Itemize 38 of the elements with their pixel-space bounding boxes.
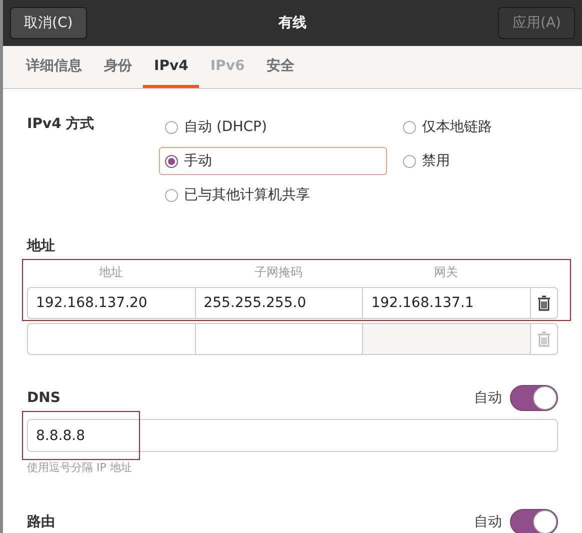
radio-option[interactable]: 手动 bbox=[159, 147, 387, 175]
tab[interactable]: IPv4 bbox=[143, 46, 200, 88]
auto-label: 自动 bbox=[474, 389, 502, 407]
input-field[interactable] bbox=[194, 323, 362, 355]
radio-button[interactable] bbox=[403, 120, 416, 134]
input-field[interactable]: 255.255.255.0 bbox=[194, 287, 362, 319]
input-field[interactable]: 192.168.137.1 bbox=[362, 287, 530, 319]
trash-icon bbox=[537, 330, 552, 348]
auto-label: 自动 bbox=[474, 513, 502, 531]
window-title: 有线 bbox=[278, 14, 307, 32]
auto-switch[interactable] bbox=[510, 385, 558, 411]
method-label: IPv4 方式 bbox=[27, 114, 96, 134]
radio-option[interactable]: 禁用 bbox=[397, 147, 557, 175]
radio-button[interactable] bbox=[165, 188, 178, 202]
input-field[interactable] bbox=[27, 323, 195, 355]
tab[interactable]: 安全 bbox=[256, 46, 306, 88]
radio-button[interactable] bbox=[403, 154, 416, 168]
radio-button[interactable] bbox=[165, 154, 178, 168]
section-heading: 路由 bbox=[27, 513, 56, 531]
radio-button[interactable] bbox=[165, 120, 178, 134]
input-field[interactable]: 192.168.137.20 bbox=[27, 287, 195, 319]
delete-button[interactable] bbox=[530, 287, 558, 319]
radio-option[interactable]: 仅本地链路 bbox=[397, 113, 557, 141]
auto-switch[interactable] bbox=[510, 509, 558, 533]
cancel-button[interactable]: 取消(C) bbox=[10, 7, 87, 39]
column-header: 地址 bbox=[98, 264, 124, 280]
radio-option[interactable]: 自动 (DHCP) bbox=[159, 113, 387, 141]
section-heading: 地址 bbox=[27, 237, 56, 255]
section-heading: DNS bbox=[27, 390, 62, 406]
column-header: 网关 bbox=[433, 264, 460, 280]
column-header: 子网掩码 bbox=[254, 264, 304, 280]
trash-icon bbox=[537, 294, 552, 312]
tab[interactable]: 详细信息 bbox=[15, 46, 93, 88]
hint-text: 使用逗号分隔 IP 地址 bbox=[27, 460, 133, 475]
tab[interactable]: 身份 bbox=[93, 46, 143, 88]
dns-field[interactable]: 8.8.8.8 bbox=[27, 419, 558, 452]
radio-option[interactable]: 已与其他计算机共享 bbox=[159, 181, 387, 209]
input-field[interactable] bbox=[362, 323, 530, 355]
